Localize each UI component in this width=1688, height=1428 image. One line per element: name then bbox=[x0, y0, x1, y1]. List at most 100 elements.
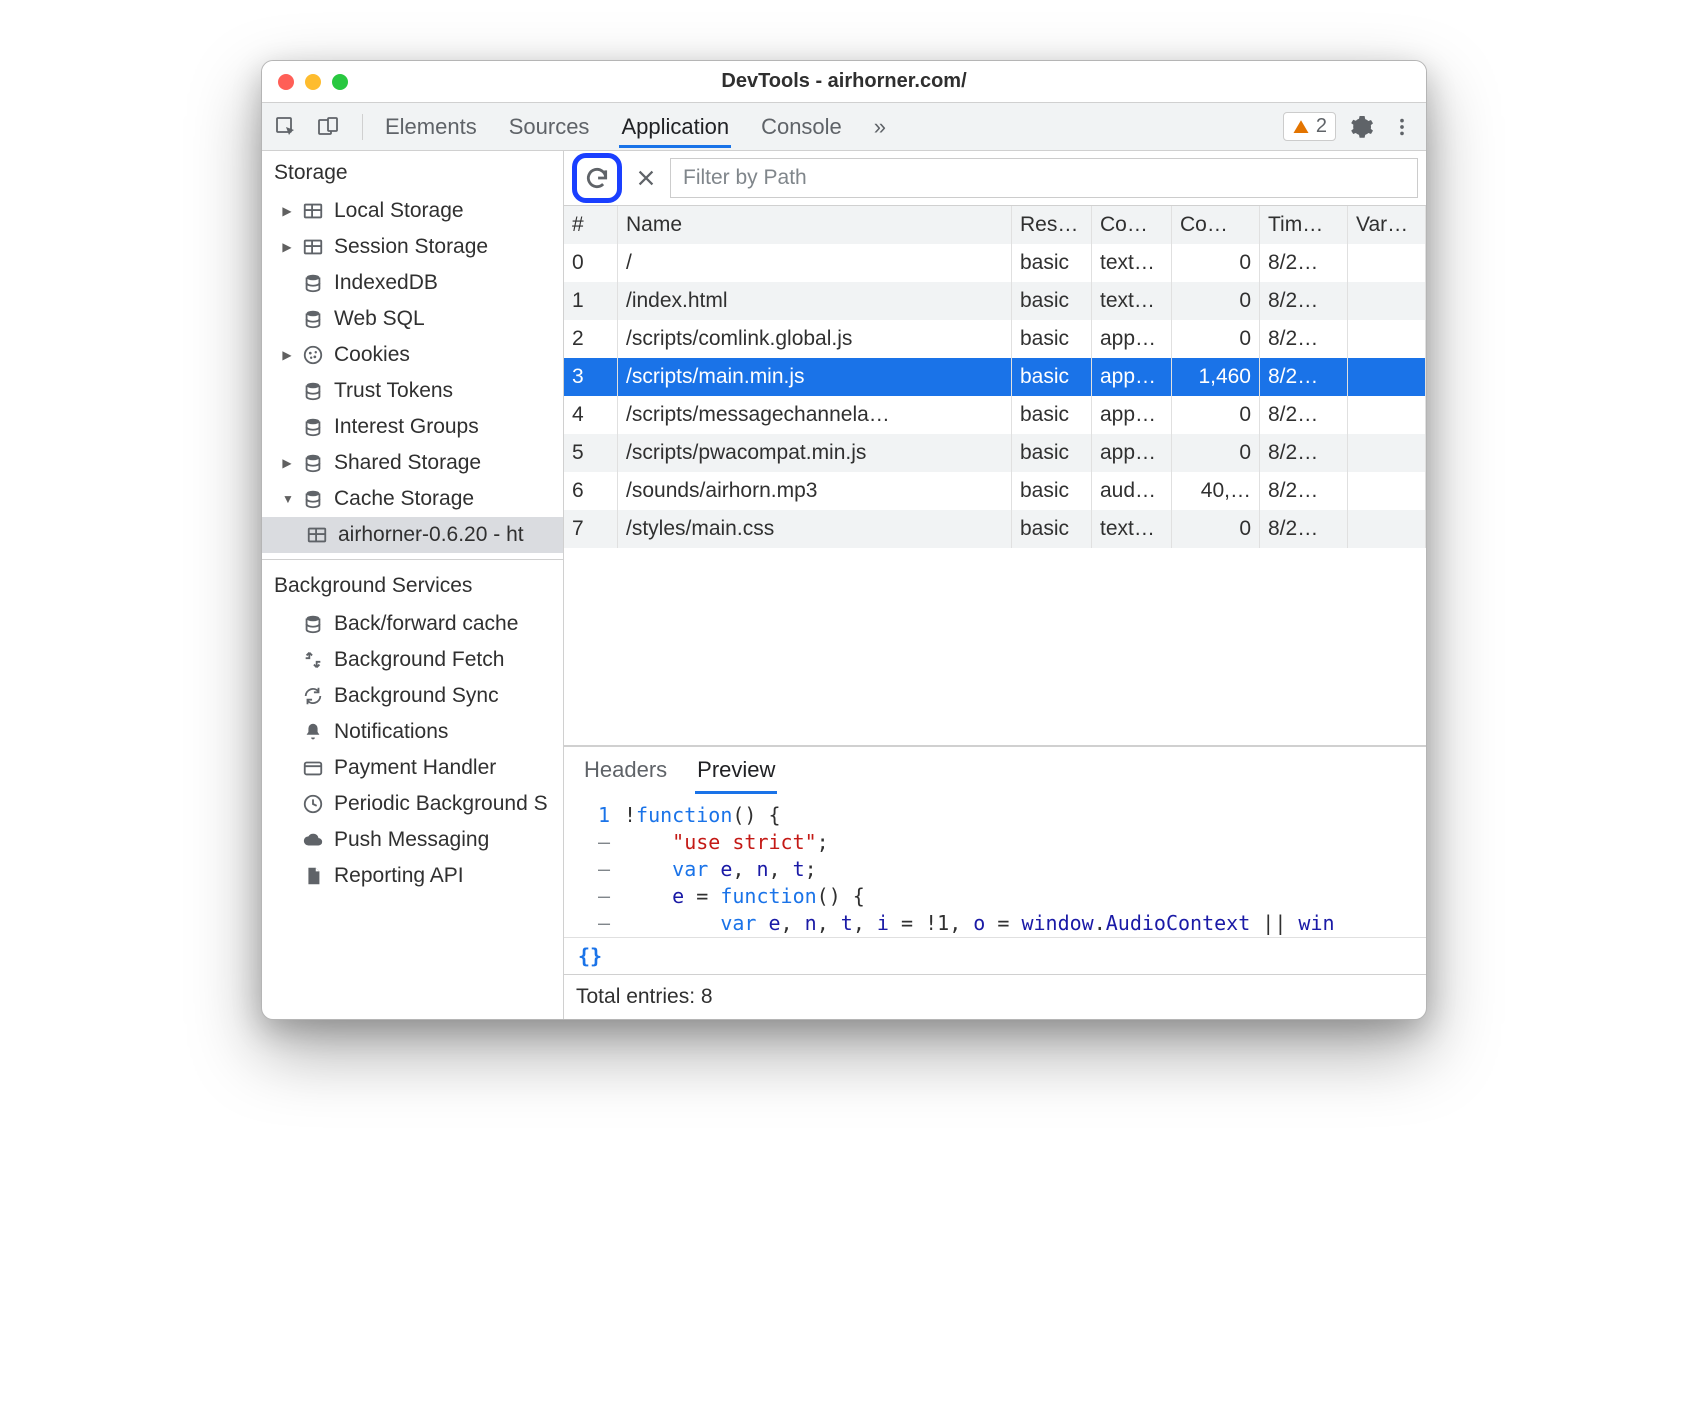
sidebar-item-shared-storage[interactable]: ▶Shared Storage bbox=[262, 445, 563, 481]
cell-ctype: app… bbox=[1092, 320, 1172, 358]
cell-res: basic bbox=[1012, 434, 1092, 472]
col-content-type[interactable]: Co… bbox=[1092, 206, 1172, 244]
application-sidebar: Storage ▶Local Storage▶Session StorageIn… bbox=[262, 151, 564, 1019]
tab-preview[interactable]: Preview bbox=[695, 757, 777, 794]
cell-vary bbox=[1348, 282, 1426, 320]
col-content-length[interactable]: Co… bbox=[1172, 206, 1260, 244]
settings-gear-icon[interactable] bbox=[1348, 113, 1376, 141]
chevron-right-icon: ▶ bbox=[282, 337, 292, 373]
bell-icon bbox=[302, 721, 324, 743]
cache-child-entry[interactable]: airhorner-0.6.20 - ht bbox=[262, 517, 563, 553]
table-row[interactable]: 0/basictext…08/2… bbox=[564, 244, 1426, 282]
db-icon bbox=[302, 613, 324, 635]
sidebar-item-indexeddb[interactable]: IndexedDB bbox=[262, 265, 563, 301]
refresh-icon[interactable] bbox=[583, 164, 611, 192]
cell-ctype: text… bbox=[1092, 244, 1172, 282]
tab-application[interactable]: Application bbox=[619, 106, 731, 148]
table-row[interactable]: 7/styles/main.cssbasictext…08/2… bbox=[564, 510, 1426, 548]
cell-time: 8/2… bbox=[1260, 396, 1348, 434]
chevron-right-icon: ▶ bbox=[282, 193, 292, 229]
db-icon bbox=[302, 272, 324, 294]
cell-vary bbox=[1348, 434, 1426, 472]
cell-vary bbox=[1348, 244, 1426, 282]
tab-headers[interactable]: Headers bbox=[582, 757, 669, 794]
sidebar-item-payment-handler[interactable]: Payment Handler bbox=[262, 750, 563, 786]
storage-heading: Storage bbox=[262, 151, 563, 193]
sidebar-item-label: Local Storage bbox=[334, 193, 464, 229]
cell-res: basic bbox=[1012, 358, 1092, 396]
table-row[interactable]: 3/scripts/main.min.jsbasicapp…1,4608/2… bbox=[564, 358, 1426, 396]
sidebar-item-trust-tokens[interactable]: Trust Tokens bbox=[262, 373, 563, 409]
filter-path-input[interactable] bbox=[670, 158, 1418, 198]
main-toolbar: Elements Sources Application Console » 2 bbox=[262, 103, 1426, 151]
tabs-overflow[interactable]: » bbox=[872, 106, 888, 148]
col-name[interactable]: Name bbox=[618, 206, 1012, 244]
table-row[interactable]: 6/sounds/airhorn.mp3basicaud…40,…8/2… bbox=[564, 472, 1426, 510]
cell-res: basic bbox=[1012, 396, 1092, 434]
cloud-icon bbox=[302, 829, 324, 851]
cell-clen: 0 bbox=[1172, 434, 1260, 472]
sidebar-item-reporting-api[interactable]: Reporting API bbox=[262, 858, 563, 894]
sidebar-item-cookies[interactable]: ▶Cookies bbox=[262, 337, 563, 373]
col-response[interactable]: Res… bbox=[1012, 206, 1092, 244]
col-index[interactable]: # bbox=[564, 206, 618, 244]
col-time[interactable]: Tim… bbox=[1260, 206, 1348, 244]
panel-tabs: Elements Sources Application Console » bbox=[383, 103, 888, 150]
col-vary[interactable]: Var… bbox=[1348, 206, 1426, 244]
table-row[interactable]: 4/scripts/messagechannela…basicapp…08/2… bbox=[564, 396, 1426, 434]
fetch-icon bbox=[302, 649, 324, 671]
refresh-button-highlight bbox=[572, 153, 622, 203]
table-row[interactable]: 1/index.htmlbasictext…08/2… bbox=[564, 282, 1426, 320]
table-icon bbox=[302, 236, 324, 258]
entries-footer: Total entries: 8 bbox=[564, 974, 1426, 1019]
sidebar-item-label: Reporting API bbox=[334, 858, 464, 894]
sync-icon bbox=[302, 685, 324, 707]
sidebar-item-session-storage[interactable]: ▶Session Storage bbox=[262, 229, 563, 265]
cell-name: / bbox=[618, 244, 1012, 282]
cell-clen: 0 bbox=[1172, 396, 1260, 434]
cache-storage-panel: # Name Res… Co… Co… Tim… Var… 0/basictex… bbox=[564, 151, 1426, 1019]
cell-res: basic bbox=[1012, 472, 1092, 510]
sidebar-item-cache-storage[interactable]: ▼Cache Storage bbox=[262, 481, 563, 517]
sidebar-item-periodic-background-s[interactable]: Periodic Background S bbox=[262, 786, 563, 822]
tab-elements[interactable]: Elements bbox=[383, 106, 479, 148]
card-icon bbox=[302, 757, 324, 779]
cell-clen: 0 bbox=[1172, 282, 1260, 320]
device-toolbar-icon[interactable] bbox=[314, 113, 342, 141]
more-vert-icon[interactable] bbox=[1388, 113, 1416, 141]
inspect-element-icon[interactable] bbox=[272, 113, 300, 141]
cache-toolbar bbox=[564, 151, 1426, 205]
tab-sources[interactable]: Sources bbox=[507, 106, 592, 148]
sidebar-item-background-fetch[interactable]: Background Fetch bbox=[262, 642, 563, 678]
cell-name: /styles/main.css bbox=[618, 510, 1012, 548]
sidebar-item-local-storage[interactable]: ▶ Local Storage bbox=[262, 193, 563, 229]
sidebar-item-interest-groups[interactable]: Interest Groups bbox=[262, 409, 563, 445]
warning-icon bbox=[1292, 118, 1310, 136]
table-row[interactable]: 5/scripts/pwacompat.min.jsbasicapp…08/2… bbox=[564, 434, 1426, 472]
sidebar-item-label: Notifications bbox=[334, 714, 448, 750]
table-row[interactable]: 2/scripts/comlink.global.jsbasicapp…08/2… bbox=[564, 320, 1426, 358]
issues-badge[interactable]: 2 bbox=[1283, 112, 1336, 141]
cell-time: 8/2… bbox=[1260, 282, 1348, 320]
devtools-window: DevTools - airhorner.com/ Elements Sourc… bbox=[261, 60, 1427, 1020]
sidebar-item-label: IndexedDB bbox=[334, 265, 438, 301]
cell-ctype: text… bbox=[1092, 282, 1172, 320]
cell-name: /scripts/pwacompat.min.js bbox=[618, 434, 1012, 472]
sidebar-item-back-forward-cache[interactable]: Back/forward cache bbox=[262, 606, 563, 642]
clear-icon[interactable] bbox=[632, 164, 660, 192]
cell-res: basic bbox=[1012, 510, 1092, 548]
tab-console[interactable]: Console bbox=[759, 106, 844, 148]
sidebar-item-notifications[interactable]: Notifications bbox=[262, 714, 563, 750]
cell-time: 8/2… bbox=[1260, 320, 1348, 358]
sidebar-item-push-messaging[interactable]: Push Messaging bbox=[262, 822, 563, 858]
sidebar-item-web-sql[interactable]: Web SQL bbox=[262, 301, 563, 337]
cookie-icon bbox=[302, 344, 324, 366]
cell-res: basic bbox=[1012, 244, 1092, 282]
titlebar: DevTools - airhorner.com/ bbox=[262, 61, 1426, 103]
table-header: # Name Res… Co… Co… Tim… Var… bbox=[564, 206, 1426, 244]
chevron-down-icon: ▼ bbox=[282, 481, 292, 517]
cell-clen: 0 bbox=[1172, 244, 1260, 282]
brace-toggle[interactable]: {} bbox=[564, 937, 1426, 974]
sidebar-item-background-sync[interactable]: Background Sync bbox=[262, 678, 563, 714]
sidebar-item-label: Shared Storage bbox=[334, 445, 481, 481]
